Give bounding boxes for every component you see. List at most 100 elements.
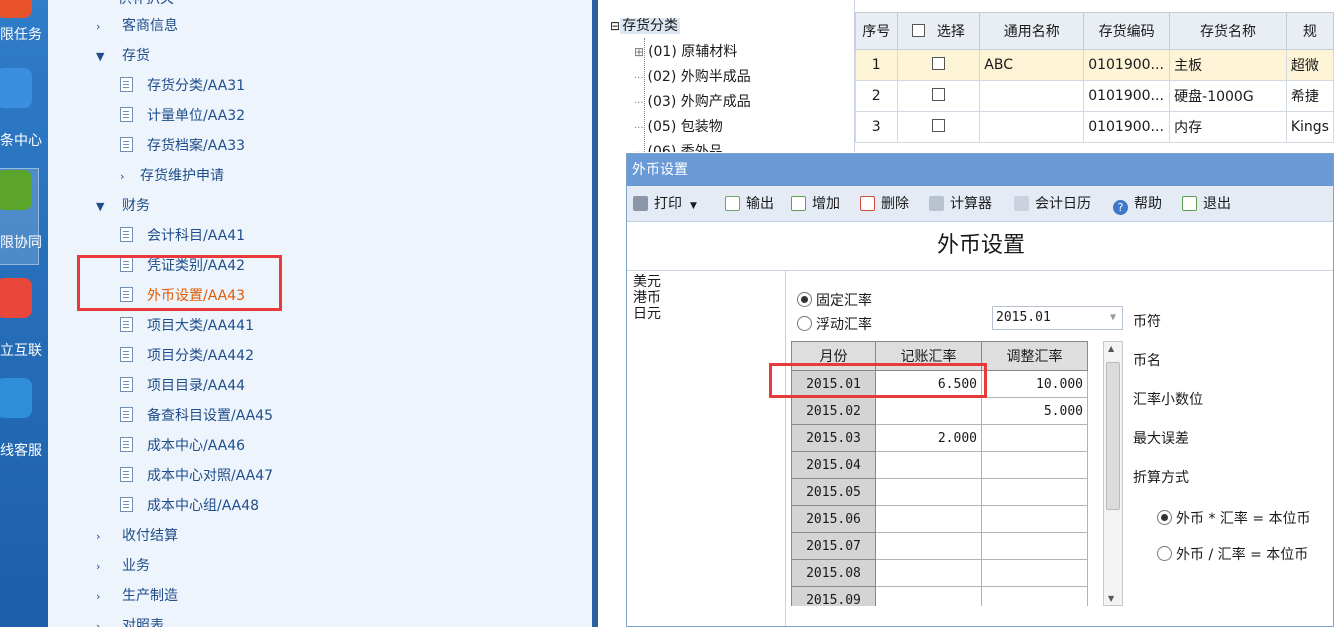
rate-row[interactable]: 2015.07 <box>791 532 1088 560</box>
chevron-right-icon[interactable]: › <box>96 614 110 627</box>
nav-item[interactable]: 会计科目/AA41 <box>120 223 245 249</box>
cell-no[interactable]: 3 <box>855 111 898 143</box>
nav-group[interactable]: › 对照表 <box>96 613 164 627</box>
rate-row[interactable]: 2015.08 <box>791 559 1088 587</box>
expand-icon[interactable]: ⊞ <box>634 45 644 59</box>
rail-app-icon[interactable] <box>0 278 32 318</box>
cell-adjust-rate[interactable] <box>981 532 1088 560</box>
cell-generic-name[interactable]: ABC <box>979 49 1085 81</box>
rail-app-icon[interactable] <box>0 378 32 418</box>
cell-select[interactable] <box>896 49 981 81</box>
category-node[interactable]: ···(06) 委外品 <box>634 140 723 152</box>
col-header-name[interactable]: 存货名称 <box>1169 12 1287 50</box>
calculator-button[interactable]: 计算器 <box>929 195 992 213</box>
cell-no[interactable]: 2 <box>855 80 898 112</box>
nav-item[interactable]: 项目分类/AA442 <box>120 343 254 369</box>
help-button[interactable]: ? 帮助 <box>1113 195 1162 215</box>
chevron-right-icon[interactable]: › <box>96 524 110 550</box>
nav-item[interactable]: 成本中心对照/AA47 <box>120 463 273 489</box>
nav-item[interactable]: 计量单位/AA32 <box>120 103 245 129</box>
col-header-code[interactable]: 存货编码 <box>1083 12 1171 50</box>
conversion-multiply-radio[interactable] <box>1157 510 1172 525</box>
nav-group[interactable]: ▼ 财务 <box>96 193 150 219</box>
category-root[interactable]: ⊟ 存货分类 <box>610 14 681 38</box>
rate-row[interactable]: 2015.05 <box>791 478 1088 506</box>
fixed-rate-radio[interactable] <box>797 292 812 307</box>
nav-item[interactable]: 项目大类/AA441 <box>120 313 254 339</box>
nav-item[interactable]: 项目目录/AA44 <box>120 373 245 399</box>
cell-book-rate[interactable] <box>875 586 982 606</box>
calendar-button[interactable]: 会计日历 <box>1014 195 1091 213</box>
row-checkbox[interactable] <box>931 88 945 101</box>
cell-month[interactable]: 2015.03 <box>791 424 876 452</box>
cell-book-rate[interactable] <box>875 532 982 560</box>
floating-rate-radio[interactable] <box>797 316 812 331</box>
scroll-up-icon[interactable]: ▲ <box>1108 344 1114 353</box>
col-header-select[interactable]: 选择 <box>896 12 981 50</box>
nav-item[interactable]: 成本中心/AA46 <box>120 433 245 459</box>
cell-book-rate[interactable] <box>875 559 982 587</box>
cell-code[interactable]: 0101900... <box>1083 80 1171 112</box>
nav-item[interactable]: 存货分类/AA31 <box>120 73 245 99</box>
rail-app-label[interactable]: 限协同 <box>0 232 42 252</box>
rate-row[interactable]: 2015.04 <box>791 451 1088 479</box>
rail-app-label[interactable]: 线客服 <box>0 440 42 460</box>
cell-month[interactable]: 2015.04 <box>791 451 876 479</box>
cell-adjust-rate[interactable]: 10.000 <box>981 370 1088 398</box>
nav-group[interactable]: › 存货维护申请 <box>120 163 224 189</box>
rail-app-label[interactable]: 限任务 <box>0 24 42 44</box>
cell-month[interactable]: 2015.05 <box>791 478 876 506</box>
currency-list-item[interactable]: 美元 <box>633 274 785 290</box>
chevron-down-icon[interactable]: ▼ <box>690 201 697 211</box>
cell-month[interactable]: 2015.02 <box>791 397 876 425</box>
nav-group[interactable]: › 收付结算 <box>96 523 178 549</box>
table-row[interactable]: 3 0101900... 内存 Kings <box>855 111 1334 143</box>
currency-list-item[interactable]: 港币 <box>633 290 785 306</box>
cell-month[interactable]: 2015.09 <box>791 586 876 606</box>
chevron-right-icon[interactable]: › <box>120 164 134 190</box>
cell-month[interactable]: 2015.08 <box>791 559 876 587</box>
currency-list-item[interactable]: 日元 <box>633 306 785 322</box>
cell-name[interactable]: 硬盘-1000G <box>1169 80 1287 112</box>
cell-no[interactable]: 1 <box>855 49 898 81</box>
chevron-down-icon[interactable]: ▼ <box>96 44 110 70</box>
nav-group[interactable]: ▼ 存货 <box>96 43 150 69</box>
cell-adjust-rate[interactable] <box>981 505 1088 533</box>
row-checkbox[interactable] <box>931 119 945 132</box>
category-node[interactable]: ⊞ (01) 原辅材料 <box>634 40 737 64</box>
dialog-titlebar[interactable]: 外币设置 <box>627 154 1333 186</box>
scrollbar-thumb[interactable] <box>1106 362 1120 510</box>
cell-name[interactable]: 内存 <box>1169 111 1287 143</box>
rail-app-icon[interactable] <box>0 170 32 210</box>
rate-row[interactable]: 2015.02 5.000 <box>791 397 1088 425</box>
cell-code[interactable]: 0101900... <box>1083 111 1171 143</box>
nav-group[interactable]: › 生产制造 <box>96 583 178 609</box>
add-button[interactable]: 增加 <box>791 195 840 213</box>
cell-generic-name[interactable] <box>979 80 1085 112</box>
cell-book-rate[interactable] <box>875 451 982 479</box>
nav-item[interactable]: 成本中心组/AA48 <box>120 493 259 519</box>
rail-app-icon[interactable] <box>0 68 32 108</box>
chevron-down-icon[interactable]: ▼ <box>96 194 110 220</box>
cell-adjust-rate[interactable] <box>981 586 1088 606</box>
table-row[interactable]: 1 ABC 0101900... 主板 超微 <box>855 49 1334 81</box>
category-node[interactable]: ··· (02) 外购半成品 <box>634 65 751 89</box>
delete-button[interactable]: 删除 <box>860 195 909 213</box>
category-node[interactable]: ··· (03) 外购产成品 <box>634 90 751 114</box>
cell-spec[interactable]: 希捷 <box>1285 80 1334 112</box>
cell-name[interactable]: 主板 <box>1169 49 1287 81</box>
table-row[interactable]: 2 0101900... 硬盘-1000G 希捷 <box>855 80 1334 112</box>
exit-button[interactable]: 退出 <box>1182 195 1231 213</box>
cell-spec[interactable]: Kings <box>1285 111 1334 143</box>
rate-row[interactable]: 2015.09 <box>791 586 1088 606</box>
rail-app-icon[interactable] <box>0 0 32 18</box>
cell-adjust-rate[interactable] <box>981 559 1088 587</box>
conversion-divide-option[interactable]: 外币 / 汇率 = 本位币 <box>1157 544 1308 564</box>
nav-item[interactable]: 备查科目设置/AA45 <box>120 403 273 429</box>
row-checkbox[interactable] <box>931 57 945 70</box>
print-button[interactable]: 打印 ▼ <box>633 195 697 213</box>
cell-book-rate[interactable] <box>875 478 982 506</box>
cell-generic-name[interactable] <box>979 111 1085 143</box>
chevron-right-icon[interactable]: › <box>96 554 110 580</box>
category-node[interactable]: ··· (05) 包装物 <box>634 115 723 139</box>
